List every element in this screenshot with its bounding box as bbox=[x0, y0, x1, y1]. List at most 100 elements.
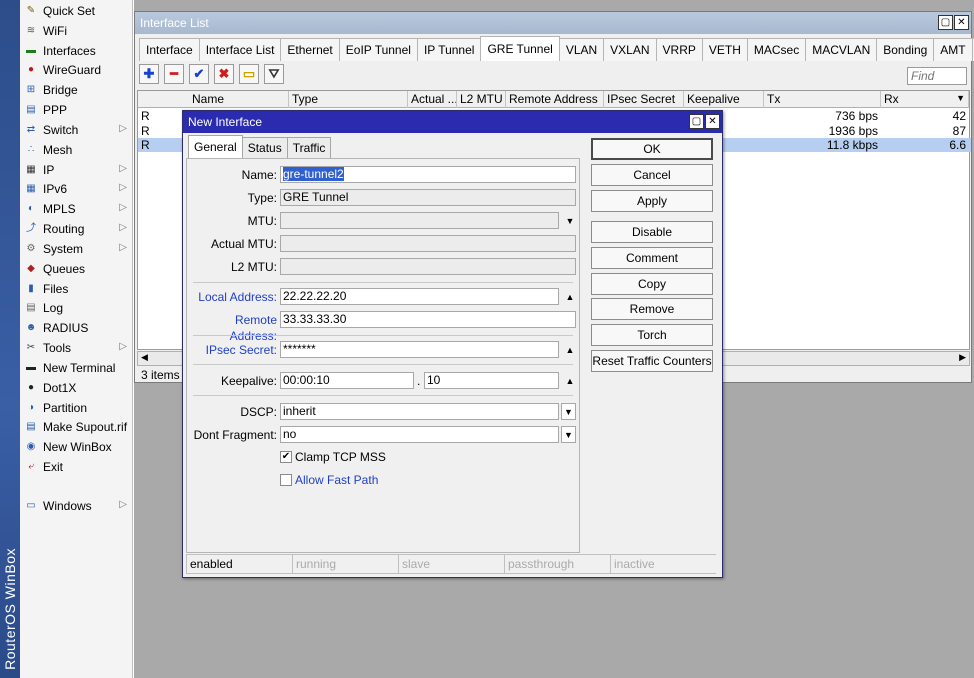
tab-ethernet[interactable]: Ethernet bbox=[280, 38, 340, 61]
sidebar-item-new-winbox[interactable]: ◉ New WinBox bbox=[20, 437, 133, 457]
tab-interface-list[interactable]: Interface List bbox=[198, 38, 282, 61]
sidebar-item-new-terminal[interactable]: ▬ New Terminal bbox=[20, 358, 133, 378]
disable-icon[interactable]: ✖ bbox=[214, 64, 234, 84]
sidebar-item-routing[interactable]: ⤴ Routing ▷ bbox=[20, 219, 133, 239]
cell-rx: 87 bbox=[952, 123, 966, 138]
dialog-tab-traffic[interactable]: Traffic bbox=[286, 137, 332, 158]
sidebar-item-mesh[interactable]: ∴ Mesh bbox=[20, 140, 133, 160]
find-input[interactable] bbox=[907, 67, 967, 85]
mtu-dropdown-icon[interactable]: ▼ bbox=[563, 214, 577, 228]
sidebar-item-dot1x[interactable]: ● Dot1X bbox=[20, 378, 133, 398]
mtu-field[interactable] bbox=[280, 212, 559, 229]
add-icon[interactable]: ✚ bbox=[139, 64, 159, 84]
apply-button[interactable]: Apply bbox=[591, 190, 713, 212]
column-header[interactable]: L2 MTU bbox=[457, 91, 506, 108]
keepalive-collapse-icon[interactable]: ▲ bbox=[563, 374, 577, 388]
tab-ip-tunnel[interactable]: IP Tunnel bbox=[416, 38, 482, 61]
tab-gre-tunnel[interactable]: GRE Tunnel bbox=[480, 36, 560, 61]
remove-icon[interactable]: ━ bbox=[164, 64, 184, 84]
remote-address-label: Remote Address: bbox=[229, 313, 277, 343]
dialog-close-icon[interactable]: ✕ bbox=[705, 114, 720, 129]
dont-fragment-label: Dont Fragment: bbox=[193, 428, 277, 442]
ipsec-collapse-icon[interactable]: ▲ bbox=[563, 343, 577, 357]
torch-button[interactable]: Torch bbox=[591, 324, 713, 346]
filter-icon[interactable]: ⛛ bbox=[264, 64, 284, 84]
dscp-dropdown-icon[interactable]: ▼ bbox=[561, 403, 576, 420]
sidebar-item-partition[interactable]: ◑ Partition bbox=[20, 398, 133, 418]
keepalive-retries-field[interactable]: 10 bbox=[424, 372, 559, 389]
bridge-icon: ⊞ bbox=[26, 84, 36, 96]
tab-vrrp[interactable]: VRRP bbox=[655, 38, 703, 61]
sidebar-item-tools[interactable]: ✂ Tools ▷ bbox=[20, 338, 133, 358]
keepalive-time-field[interactable]: 00:00:10 bbox=[280, 372, 414, 389]
submenu-arrow-icon: ▷ bbox=[119, 241, 127, 253]
sidebar-item-radius[interactable]: ☻ RADIUS bbox=[20, 318, 133, 338]
scroll-left-icon[interactable]: ◀ bbox=[141, 352, 148, 363]
sidebar-item-interfaces[interactable]: ▬ Interfaces bbox=[20, 41, 133, 61]
tab-vlan[interactable]: VLAN bbox=[558, 38, 605, 61]
enable-icon[interactable]: ✔ bbox=[189, 64, 209, 84]
column-header[interactable]: Remote Address bbox=[506, 91, 604, 108]
tab-veth[interactable]: VETH bbox=[701, 38, 748, 61]
column-menu-icon[interactable]: ▼ bbox=[956, 93, 965, 103]
column-header[interactable]: Tx bbox=[764, 91, 881, 108]
ok-button[interactable]: OK bbox=[591, 138, 713, 160]
sidebar-item-quick-set[interactable]: ✎ Quick Set bbox=[20, 1, 133, 21]
sidebar-item-switch[interactable]: ⇄ Switch ▷ bbox=[20, 120, 133, 140]
sidebar-item-mpls[interactable]: ◐ MPLS ▷ bbox=[20, 199, 133, 219]
sidebar-item-wireguard[interactable]: ● WireGuard bbox=[20, 60, 133, 80]
sidebar-item-ppp[interactable]: ▤ PPP bbox=[20, 100, 133, 120]
cancel-button[interactable]: Cancel bbox=[591, 164, 713, 186]
sidebar-item-ipv6[interactable]: ▦ IPv6 ▷ bbox=[20, 179, 133, 199]
sidebar-item-exit[interactable]: ⤶ Exit bbox=[20, 457, 133, 477]
tab-macsec[interactable]: MACsec bbox=[746, 38, 807, 61]
dont-fragment-dropdown-icon[interactable]: ▼ bbox=[561, 426, 576, 443]
dscp-field[interactable]: inherit bbox=[280, 403, 559, 420]
remove-button[interactable]: Remove bbox=[591, 298, 713, 320]
clamp-tcp-mss-checkbox[interactable]: ✔ bbox=[280, 451, 292, 463]
comment-button[interactable]: Comment bbox=[591, 247, 713, 269]
comment-icon[interactable]: ▭ bbox=[239, 64, 259, 84]
tab-macvlan[interactable]: MACVLAN bbox=[805, 38, 878, 61]
local-address-field[interactable]: 22.22.22.20 bbox=[280, 288, 559, 305]
reset-traffic-counters-button[interactable]: Reset Traffic Counters bbox=[591, 350, 713, 372]
ipsec-secret-field[interactable]: ******* bbox=[280, 341, 559, 358]
sidebar-item-system[interactable]: ⚙ System ▷ bbox=[20, 239, 133, 259]
allow-fast-path-checkbox[interactable] bbox=[280, 474, 292, 486]
column-header[interactable]: Actual ... bbox=[408, 91, 457, 108]
local-address-collapse-icon[interactable]: ▲ bbox=[563, 290, 577, 304]
sidebar-item-files[interactable]: ▮ Files bbox=[20, 279, 133, 299]
copy-button[interactable]: Copy bbox=[591, 273, 713, 295]
maximize-icon[interactable]: ▢ bbox=[938, 15, 953, 30]
ip-icon: ▦ bbox=[26, 163, 36, 175]
tab-amt[interactable]: AMT bbox=[933, 38, 973, 61]
dialog-maximize-icon[interactable]: ▢ bbox=[689, 114, 704, 129]
column-header[interactable]: IPsec Secret bbox=[604, 91, 684, 108]
column-header[interactable]: Type bbox=[289, 91, 408, 108]
sidebar-item-make-supout-rif[interactable]: ▤ Make Supout.rif bbox=[20, 417, 133, 437]
sidebar-item-windows[interactable]: ▭ Windows ▷ bbox=[20, 496, 133, 516]
sidebar-item-ip[interactable]: ▦ IP ▷ bbox=[20, 160, 133, 180]
sidebar-item-bridge[interactable]: ⊞ Bridge bbox=[20, 80, 133, 100]
column-header[interactable]: Name bbox=[189, 91, 289, 108]
tab-interface[interactable]: Interface bbox=[139, 38, 200, 61]
tab-vxlan[interactable]: VXLAN bbox=[603, 38, 657, 61]
separator bbox=[193, 364, 573, 365]
scroll-right-icon[interactable]: ▶ bbox=[959, 352, 966, 363]
dont-fragment-field[interactable]: no bbox=[280, 426, 559, 443]
disable-button[interactable]: Disable bbox=[591, 221, 713, 243]
sidebar-item-log[interactable]: ▤ Log bbox=[20, 298, 133, 318]
sidebar-item-queues[interactable]: ◆ Queues bbox=[20, 259, 133, 279]
sidebar-item-label: Queues bbox=[43, 261, 86, 276]
mtu-label: MTU: bbox=[247, 214, 277, 228]
column-header[interactable]: Keepalive bbox=[684, 91, 764, 108]
dialog-tab-general[interactable]: General bbox=[188, 135, 243, 158]
sidebar-item-label: RADIUS bbox=[43, 321, 89, 336]
close-icon[interactable]: ✕ bbox=[954, 15, 969, 30]
tab-bonding[interactable]: Bonding bbox=[876, 38, 935, 61]
tab-eoip-tunnel[interactable]: EoIP Tunnel bbox=[338, 38, 418, 61]
dialog-tab-status[interactable]: Status bbox=[241, 137, 288, 158]
sidebar-item-wifi[interactable]: ≋ WiFi bbox=[20, 21, 133, 41]
remote-address-field[interactable]: 33.33.33.30 bbox=[280, 311, 576, 328]
name-field[interactable]: gre-tunnel2 bbox=[280, 166, 576, 183]
